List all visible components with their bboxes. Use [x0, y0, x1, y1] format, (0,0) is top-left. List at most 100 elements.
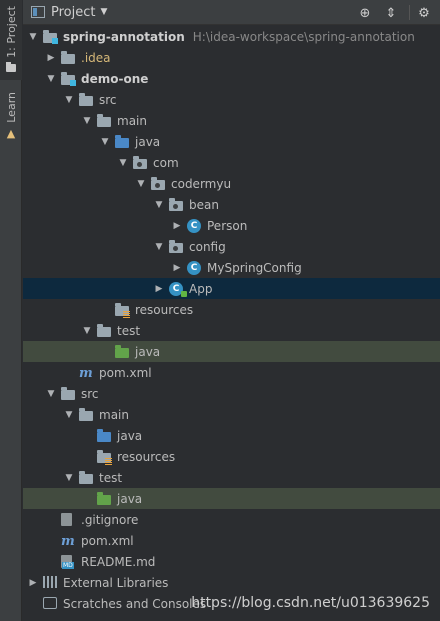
tree-row[interactable]: ▼ src	[23, 89, 440, 110]
tree-row[interactable]: ▼ demo-one	[23, 68, 440, 89]
folder-icon	[61, 386, 77, 401]
tree-row[interactable]: ▶mpom.xml	[23, 530, 440, 551]
tree-item-label: java	[117, 428, 143, 443]
tree-row[interactable]: ▶java	[23, 425, 440, 446]
chevron-down-icon[interactable]: ▼	[81, 116, 93, 126]
graduation-cap-icon: ▲	[6, 126, 16, 140]
markdown-file-icon: MD	[61, 554, 77, 569]
tree-row[interactable]: ▶ C MySpringConfig	[23, 257, 440, 278]
project-view-icon	[31, 6, 45, 18]
tree-item-label: demo-one	[81, 71, 149, 86]
tree-row[interactable]: ▶java	[23, 488, 440, 509]
chevron-right-icon[interactable]: ▶	[153, 284, 165, 294]
tree-item-label: spring-annotation	[63, 29, 185, 44]
project-panel-header: Project ▼ ⊕ ⇕ ⚙	[23, 0, 440, 25]
tree-row[interactable]: ▶resources	[23, 299, 440, 320]
tree-row[interactable]: ▶java	[23, 341, 440, 362]
module-icon	[43, 29, 59, 44]
chevron-right-icon[interactable]: ▶	[171, 263, 183, 273]
tree-row[interactable]: ▼ test	[23, 467, 440, 488]
chevron-down-icon[interactable]: ▼	[63, 410, 75, 420]
tree-item-label: com	[153, 155, 179, 170]
tree-row[interactable]: ▼ spring-annotation H:\idea-workspace\spri…	[23, 26, 440, 47]
tree-item-label: pom.xml	[99, 365, 152, 380]
tree-row[interactable]: ▶.gitignore	[23, 509, 440, 530]
package-icon	[169, 239, 185, 254]
test-folder-icon	[115, 344, 131, 359]
panel-title[interactable]: Project	[51, 5, 95, 20]
chevron-down-icon[interactable]: ▼	[45, 74, 57, 84]
tree-item-label: .idea	[81, 50, 111, 65]
package-icon	[169, 197, 185, 212]
tree-item-label: Scratches and Consoles	[63, 596, 207, 611]
folder-icon	[79, 92, 95, 107]
tree-row[interactable]: ▶MDREADME.md	[23, 551, 440, 572]
chevron-down-icon[interactable]: ▼	[99, 137, 111, 147]
resources-folder-icon	[115, 302, 131, 318]
folder-icon	[61, 50, 77, 65]
tree-row[interactable]: ▼ src	[23, 383, 440, 404]
chevron-down-icon[interactable]: ▼	[135, 179, 147, 189]
folder-icon	[97, 323, 113, 338]
tree-row[interactable]: ▶ C App	[23, 278, 440, 299]
java-class-icon: C	[187, 218, 203, 233]
tree-row[interactable]: ▶resources	[23, 446, 440, 467]
chevron-down-icon[interactable]: ▼	[117, 158, 129, 168]
target-icon[interactable]: ⊕	[356, 4, 374, 22]
chevron-down-icon[interactable]: ▼	[63, 473, 75, 483]
tree-row[interactable]: ▼ codermyu	[23, 173, 440, 194]
chevron-right-icon[interactable]: ▶	[171, 221, 183, 231]
tree-item-label: main	[99, 407, 129, 422]
project-tool-tab[interactable]: 1: Project	[0, 0, 22, 80]
chevron-right-icon[interactable]: ▶	[45, 53, 57, 63]
learn-tab-label: Learn	[4, 92, 18, 123]
tree-item-label: bean	[189, 197, 219, 212]
tree-row[interactable]: ▶ C Person	[23, 215, 440, 236]
folder-icon	[97, 113, 113, 128]
tree-row[interactable]: ▼ bean	[23, 194, 440, 215]
tree-item-label: src	[81, 386, 99, 401]
chevron-down-icon[interactable]: ▼	[45, 389, 57, 399]
collapse-icon[interactable]: ⇕	[382, 4, 400, 22]
watermark: https://blog.csdn.net/u013639625	[191, 595, 430, 611]
resources-folder-icon	[97, 449, 113, 465]
tree-item-label: App	[189, 281, 213, 296]
tree-row[interactable]: ▼ com	[23, 152, 440, 173]
divider	[409, 5, 410, 20]
learn-tool-tab[interactable]: Learn ▲	[0, 92, 22, 144]
source-folder-icon	[115, 134, 131, 149]
tree-item-label: config	[189, 239, 226, 254]
gear-icon[interactable]: ⚙	[415, 4, 433, 22]
chevron-down-icon[interactable]: ▼	[153, 200, 165, 210]
tree-item-label: pom.xml	[81, 533, 134, 548]
tree-item-label: java	[117, 491, 143, 506]
tree-row[interactable]: ▼ config	[23, 236, 440, 257]
project-tree: ▼ spring-annotation H:\idea-workspace\spri…	[23, 26, 440, 614]
tree-item-label: codermyu	[171, 176, 232, 191]
libraries-icon	[43, 575, 59, 590]
tree-item-label: src	[99, 92, 117, 107]
source-folder-icon	[97, 428, 113, 443]
chevron-right-icon[interactable]: ▶	[27, 578, 39, 588]
package-icon	[133, 155, 149, 170]
tree-row[interactable]: ▶ .idea	[23, 47, 440, 68]
tree-item-label: java	[135, 344, 161, 359]
tree-item-label: Person	[207, 218, 248, 233]
tree-row[interactable]: ▶mpom.xml	[23, 362, 440, 383]
tree-row[interactable]: ▼ main	[23, 404, 440, 425]
tree-item-label: test	[117, 323, 141, 338]
chevron-down-icon[interactable]: ▼	[63, 95, 75, 105]
tree-row[interactable]: ▼ main	[23, 110, 440, 131]
tree-row[interactable]: ▼ java	[23, 131, 440, 152]
tree-item-label: External Libraries	[63, 575, 169, 590]
tree-row[interactable]: ▼ test	[23, 320, 440, 341]
folder-icon	[79, 407, 95, 422]
chevron-down-icon[interactable]: ▼	[81, 326, 93, 336]
chevron-down-icon[interactable]: ▼	[27, 32, 39, 42]
tree-row[interactable]: ▶ External Libraries	[23, 572, 440, 593]
chevron-down-icon[interactable]: ▼	[100, 7, 107, 17]
tool-window-strip: 1: Project Learn ▲	[0, 0, 22, 621]
test-folder-icon	[97, 491, 113, 506]
java-class-icon: C	[187, 260, 203, 275]
chevron-down-icon[interactable]: ▼	[153, 242, 165, 252]
